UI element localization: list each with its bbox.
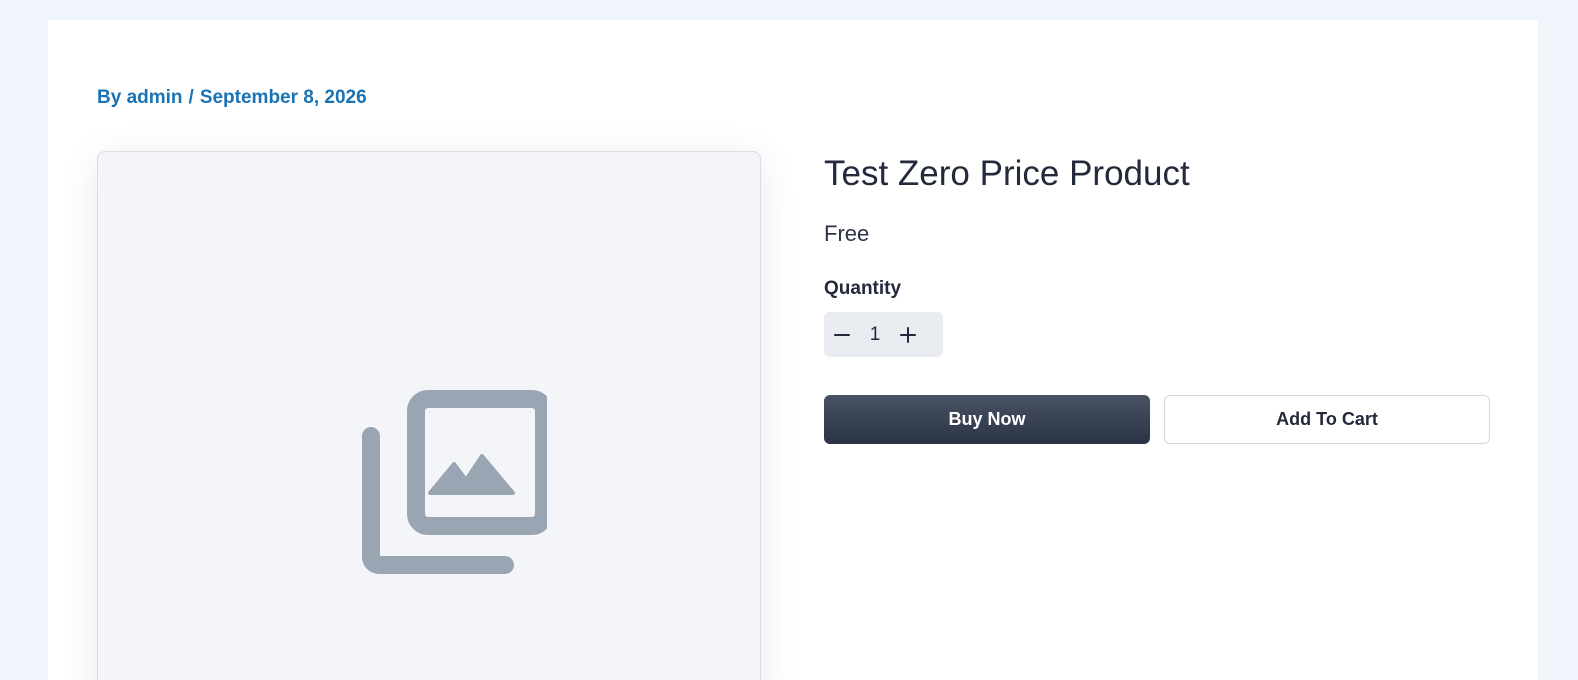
plus-icon	[900, 326, 916, 343]
product-image-placeholder[interactable]	[97, 151, 761, 680]
quantity-increase-button[interactable]	[890, 312, 926, 357]
quantity-stepper	[824, 312, 943, 357]
product-card: By admin / September 8, 2026 Test Zero Pri…	[48, 20, 1538, 680]
post-meta: By admin / September 8, 2026	[97, 87, 367, 109]
add-to-cart-button[interactable]: Add To Cart	[1164, 395, 1490, 444]
author-link[interactable]: By admin	[97, 87, 183, 108]
product-price: Free	[824, 221, 870, 246]
image-gallery-placeholder-icon	[362, 390, 547, 574]
post-date-link[interactable]: September 8, 2026	[200, 87, 367, 108]
quantity-decrease-button[interactable]	[824, 312, 860, 357]
buy-now-button[interactable]: Buy Now	[824, 395, 1150, 444]
minus-icon	[834, 333, 850, 336]
quantity-label: Quantity	[824, 278, 902, 299]
quantity-input[interactable]	[860, 312, 890, 357]
meta-separator: /	[188, 87, 194, 108]
product-title: Test Zero Price Product	[824, 154, 1190, 193]
